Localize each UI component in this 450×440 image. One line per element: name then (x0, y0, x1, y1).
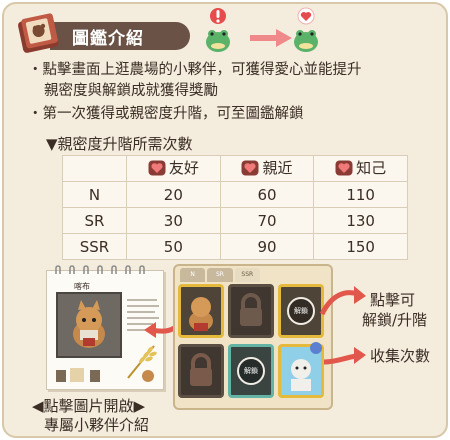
heart-icon (335, 160, 353, 176)
companion-card[interactable] (278, 342, 324, 398)
cat-companion-icon (189, 297, 213, 331)
table-cell: 150 (313, 233, 408, 260)
locked-card[interactable] (228, 284, 274, 338)
column-header-friendly: 友好 (126, 155, 221, 182)
arrow-right-icon (323, 347, 366, 365)
arrow-right-icon (250, 29, 292, 47)
unlock-badge[interactable]: 解鎖 (287, 297, 315, 325)
callout-open-card: ◀點擊圖片開啟▶ (32, 397, 146, 415)
table-cell: 130 (313, 207, 408, 234)
lock-icon (190, 353, 212, 386)
heart-icon (148, 160, 166, 176)
companion-card[interactable] (178, 284, 224, 338)
frog-heart-icon (294, 7, 318, 52)
lock-icon (240, 293, 262, 326)
profile-footer-icons (56, 368, 154, 382)
tab-n[interactable]: N (180, 268, 206, 282)
callout-click-unlock: 點擊可 (370, 291, 416, 309)
column-header-confidant: 知己 (313, 155, 408, 182)
table-corner (62, 155, 127, 182)
unlock-badge[interactable]: 解鎖 (237, 357, 265, 385)
table-row: N 20 60 110 (62, 181, 408, 208)
table-cell: 30 (126, 207, 221, 234)
notebook-rings-icon (55, 265, 145, 274)
companion-photo[interactable] (56, 292, 122, 358)
frog-exclaim-icon (206, 8, 230, 52)
rarity-tabs: N SR SSR (180, 268, 260, 282)
intimacy-table: 友好 親近 知己 N 20 60 110 SR 30 70 130 SSR 50… (62, 155, 408, 260)
table-cell: 90 (219, 233, 315, 260)
callout-companion-intro: 專屬小夥伴介紹 (44, 416, 150, 434)
bullet-1-line-1: ・點擊畫面上逛農場的小夥伴，可獲得愛心並能提升 (28, 62, 362, 78)
book-icon (18, 13, 59, 53)
table-cell: 50 (126, 233, 221, 260)
unlockable-card[interactable]: 解鎖 (228, 344, 274, 398)
column-header-label: 友好 (168, 159, 199, 178)
column-header-close: 親近 (219, 155, 315, 182)
tab-ssr[interactable]: SSR (234, 268, 260, 282)
table-row: SSR 50 90 150 (62, 233, 408, 260)
table-header-row: 友好 親近 知己 (62, 155, 408, 182)
callout-collect-count: 收集次數 (370, 347, 431, 365)
companion-name: 喀布 (74, 282, 90, 291)
page-title: 圖鑑介紹 (72, 29, 144, 49)
table-cell: 110 (313, 181, 408, 208)
row-label: SSR (62, 233, 127, 260)
column-header-label: 親近 (262, 159, 293, 178)
row-label: SR (62, 207, 127, 234)
column-header-label: 知己 (356, 159, 387, 178)
locked-card[interactable] (178, 344, 224, 398)
bullet-2: ・第一次獲得或親密度升階，可至圖鑑解鎖 (28, 106, 304, 122)
section-title: ▼親密度升階所需次數 (46, 135, 193, 153)
bullet-1-line-2: 親密度與解鎖成就獲得獎勵 (44, 83, 218, 99)
heart-icon (241, 160, 259, 176)
table-row: SR 30 70 130 (62, 207, 408, 234)
table-cell: 60 (219, 181, 315, 208)
row-label: N (62, 181, 127, 208)
count-badge-icon (310, 342, 322, 354)
curved-arrow-right-icon (319, 286, 366, 316)
tab-sr[interactable]: SR (207, 268, 233, 282)
cat-companion-icon (73, 300, 105, 348)
callout-unlock-upgrade: 解鎖/升階 (362, 311, 428, 329)
table-cell: 70 (219, 207, 315, 234)
table-cell: 20 (126, 181, 221, 208)
